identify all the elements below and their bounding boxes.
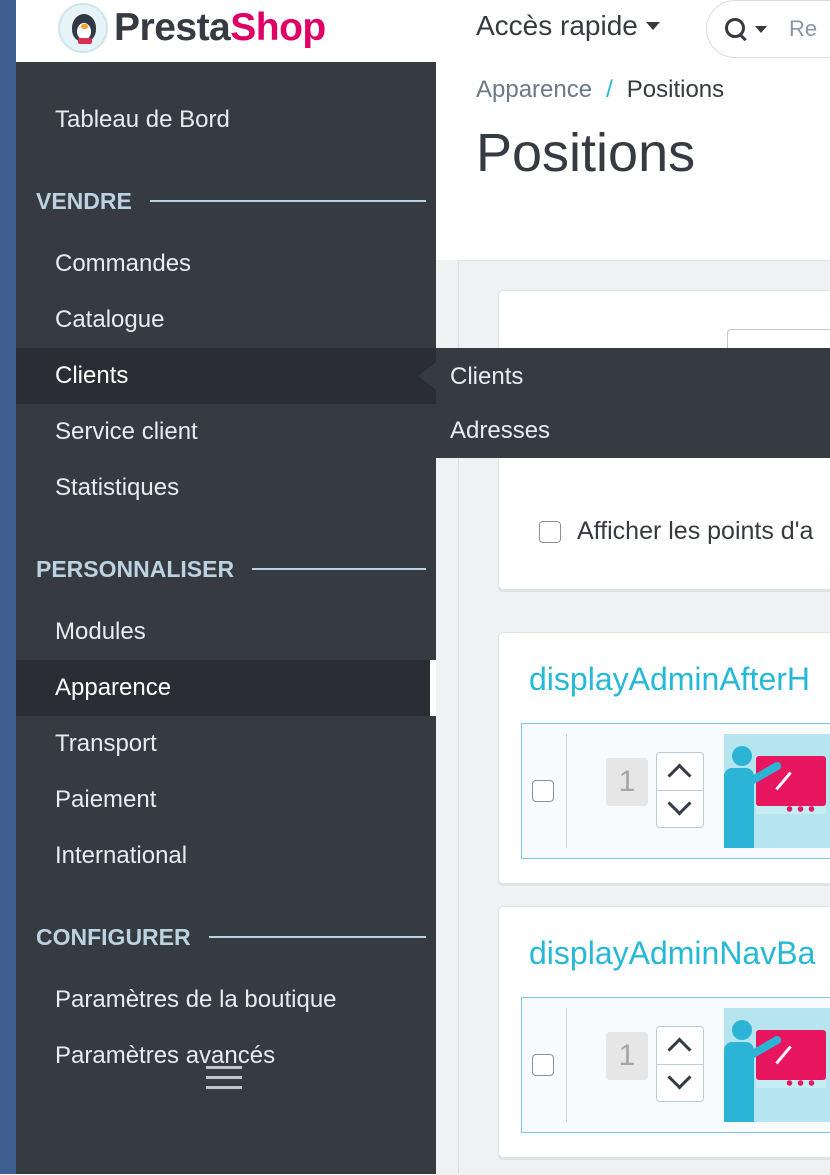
submenu-item-label: Adresses [450, 417, 551, 444]
row-divider [566, 734, 567, 848]
sidebar-item-international[interactable]: International [16, 828, 436, 884]
sidebar-item-catalogue[interactable]: Catalogue [16, 292, 436, 348]
sidebar-item-label: Tableau de Bord [55, 106, 230, 133]
submenu-item-adresses[interactable]: Adresses [450, 404, 550, 458]
breadcrumb-separator: / [606, 76, 613, 103]
quick-access-dropdown[interactable]: Accès rapide [476, 10, 660, 42]
module-thumbnail-icon [724, 734, 830, 848]
breadcrumb-parent-link[interactable]: Apparence [476, 76, 592, 103]
clients-submenu: Clients Adresses [436, 348, 830, 458]
breadcrumb: Apparence / Positions [476, 76, 724, 104]
penguin-logo-icon [58, 3, 108, 53]
sidebar-item-label: Paramètres avancés [55, 1042, 276, 1069]
chevron-down-icon[interactable] [667, 1065, 692, 1090]
sidebar-item-label: Statistiques [55, 474, 180, 501]
sidebar-item-label: International [55, 842, 188, 869]
search-box[interactable]: Re [706, 0, 830, 58]
sidebar-item-apparence[interactable]: Apparence [16, 660, 436, 716]
sidebar-item-label: Catalogue [55, 306, 165, 333]
window-edge [0, 0, 16, 1174]
sidebar-item-clients[interactable]: Clients [16, 348, 436, 404]
submenu-item-clients[interactable]: Clients [450, 350, 523, 404]
flyout-pointer [418, 362, 436, 390]
section-personnaliser: PERSONNALISER [36, 554, 426, 584]
search-input[interactable]: Re [789, 16, 817, 42]
page-title: Positions [476, 123, 696, 183]
sidebar-item-label: Commandes [55, 250, 192, 277]
sidebar-item-label: Clients [55, 362, 129, 389]
module-row: 1 [521, 997, 830, 1133]
caret-down-icon [645, 22, 660, 30]
submenu-item-label: Clients [450, 363, 524, 390]
collapse-menu-icon[interactable] [206, 1066, 242, 1096]
search-scope-caret-icon[interactable] [755, 25, 767, 33]
hook-panel: displayAdminNavBa 1 [498, 906, 830, 1158]
section-title: CONFIGURER [36, 923, 191, 950]
sidebar-item-label: Apparence [55, 674, 172, 701]
show-hooks-option[interactable]: Afficher les points d'a [539, 517, 813, 546]
sidebar-item-dashboard[interactable]: Tableau de Bord [16, 92, 436, 148]
sidebar-item-transport[interactable]: Transport [16, 716, 436, 772]
position-badge: 1 [606, 758, 648, 806]
hook-title[interactable]: displayAdminAfterH [529, 661, 810, 698]
row-divider [566, 1008, 567, 1122]
sidebar-item-parametres-boutique[interactable]: Paramètres de la boutique [16, 972, 436, 1028]
sidebar-item-label: Transport [55, 730, 157, 757]
chevron-up-icon[interactable] [667, 1037, 692, 1062]
hook-title[interactable]: displayAdminNavBa [529, 935, 815, 972]
sidebar-nav: Tableau de Bord VENDRE Commandes Catalog… [16, 62, 436, 1174]
logo-text: PrestaShop [114, 6, 326, 50]
module-thumbnail-icon [724, 1008, 830, 1122]
quick-access-label: Accès rapide [476, 10, 638, 41]
top-header: PrestaShop Accès rapide Re [16, 0, 830, 62]
sidebar-item-modules[interactable]: Modules [16, 604, 436, 660]
module-row: 1 [521, 723, 830, 859]
sidebar-item-label: Paiement [55, 786, 157, 813]
show-hooks-label: Afficher les points d'a [577, 517, 814, 545]
prestashop-logo[interactable]: PrestaShop [58, 2, 326, 54]
logo-text-presta: Presta [114, 6, 231, 49]
position-stepper[interactable] [656, 1026, 704, 1102]
sidebar-item-service-client[interactable]: Service client [16, 404, 436, 460]
sidebar-item-label: Paramètres de la boutique [55, 986, 337, 1013]
sidebar-item-commandes[interactable]: Commandes [16, 236, 436, 292]
sidebar-item-paiement[interactable]: Paiement [16, 772, 436, 828]
module-select-checkbox[interactable] [532, 1054, 554, 1076]
logo-text-shop: Shop [230, 6, 326, 49]
position-stepper[interactable] [656, 752, 704, 828]
hook-panel: displayAdminAfterH 1 [498, 632, 830, 884]
sidebar-item-label: Service client [55, 418, 198, 445]
section-title: PERSONNALISER [36, 555, 235, 582]
sidebar-item-statistiques[interactable]: Statistiques [16, 460, 436, 516]
chevron-up-icon[interactable] [667, 763, 692, 788]
show-hooks-checkbox[interactable] [539, 520, 561, 543]
position-badge: 1 [606, 1032, 648, 1080]
module-select-checkbox[interactable] [532, 780, 554, 802]
search-icon[interactable] [725, 18, 747, 40]
section-vendre: VENDRE [36, 186, 426, 216]
breadcrumb-current: Positions [626, 76, 725, 103]
sidebar-item-label: Modules [55, 618, 146, 645]
chevron-down-icon[interactable] [667, 791, 692, 816]
section-configurer: CONFIGURER [36, 922, 426, 952]
section-title: VENDRE [36, 187, 132, 214]
